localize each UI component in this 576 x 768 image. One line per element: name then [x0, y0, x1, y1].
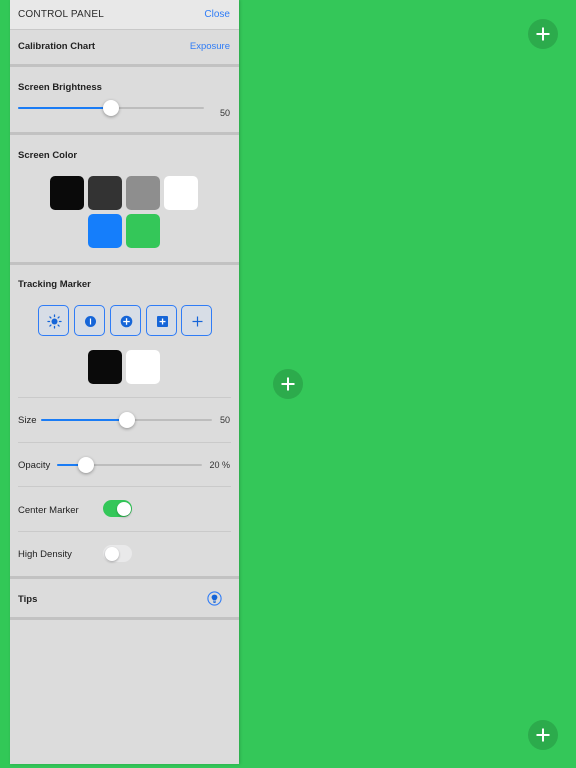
add-marker-button-bottom-right[interactable]: [528, 720, 558, 750]
opacity-slider[interactable]: [57, 457, 202, 473]
screen-color-dark-gray[interactable]: [88, 176, 122, 210]
size-slider-fill: [41, 419, 127, 421]
marker-plus-circle-button[interactable]: [110, 305, 141, 336]
toggle-knob: [116, 501, 131, 516]
plus-icon: [281, 377, 295, 391]
plus-icon: [536, 27, 550, 41]
marker-plus-button[interactable]: [181, 305, 212, 336]
left-edge-strip: [0, 0, 10, 768]
opacity-slider-thumb[interactable]: [78, 457, 94, 473]
plus-icon: [536, 728, 550, 742]
add-marker-button-top-right[interactable]: [528, 19, 558, 49]
brightness-value: 50: [219, 108, 230, 118]
tracking-marker-label: Tracking Marker: [18, 279, 91, 290]
section-divider: [10, 576, 239, 579]
close-button[interactable]: Close: [204, 9, 230, 20]
row-divider: [18, 486, 231, 487]
size-slider[interactable]: [41, 412, 212, 428]
high-density-toggle[interactable]: [103, 545, 132, 562]
row-divider: [18, 531, 231, 532]
section-divider: [10, 64, 239, 67]
section-divider: [10, 262, 239, 265]
panel-header: CONTROL PANEL Close: [10, 0, 239, 30]
plus-icon: [192, 316, 203, 327]
screen-color-white[interactable]: [164, 176, 198, 210]
plus-circle-icon: [120, 315, 133, 328]
size-value: 50: [219, 415, 230, 425]
center-marker-toggle[interactable]: [103, 500, 132, 517]
marker-color-black[interactable]: [88, 350, 122, 384]
opacity-label: Opacity: [18, 460, 51, 471]
size-slider-thumb[interactable]: [118, 412, 135, 428]
screen-color-black[interactable]: [50, 176, 84, 210]
sun-icon: [47, 314, 62, 329]
lightbulb-icon[interactable]: [207, 591, 222, 606]
marker-plus-square-button[interactable]: [146, 305, 177, 336]
tips-label: Tips: [18, 594, 38, 605]
section-divider: [10, 132, 239, 135]
add-marker-button-center[interactable]: [273, 369, 303, 399]
screen-color-green[interactable]: [126, 214, 160, 248]
marker-info-dot-button[interactable]: [74, 305, 105, 336]
screen-color-label: Screen Color: [18, 150, 78, 161]
brightness-slider-thumb[interactable]: [103, 100, 119, 116]
info-dot-icon: [85, 316, 96, 327]
plus-square-icon: [157, 316, 168, 327]
panel-title: CONTROL PANEL: [18, 9, 104, 20]
screen-color-gray[interactable]: [126, 176, 160, 210]
center-marker-label: Center Marker: [18, 505, 79, 516]
high-density-label: High Density: [18, 549, 72, 560]
section-divider: [10, 617, 239, 620]
screen-brightness-label: Screen Brightness: [18, 82, 102, 93]
toggle-knob: [104, 546, 119, 561]
row-divider: [18, 442, 231, 443]
marker-sun-button[interactable]: [38, 305, 69, 336]
brightness-slider[interactable]: [18, 100, 204, 116]
brightness-slider-fill: [18, 107, 111, 109]
opacity-value: 20 %: [209, 460, 230, 470]
control-panel: CONTROL PANEL Close Calibration Chart Ex…: [10, 0, 239, 764]
row-divider: [18, 397, 231, 398]
marker-color-white[interactable]: [126, 350, 160, 384]
screen-color-blue[interactable]: [88, 214, 122, 248]
calibration-chart-label: Calibration Chart: [18, 41, 96, 52]
size-label: Size: [18, 415, 37, 426]
exposure-link[interactable]: Exposure: [190, 41, 230, 52]
